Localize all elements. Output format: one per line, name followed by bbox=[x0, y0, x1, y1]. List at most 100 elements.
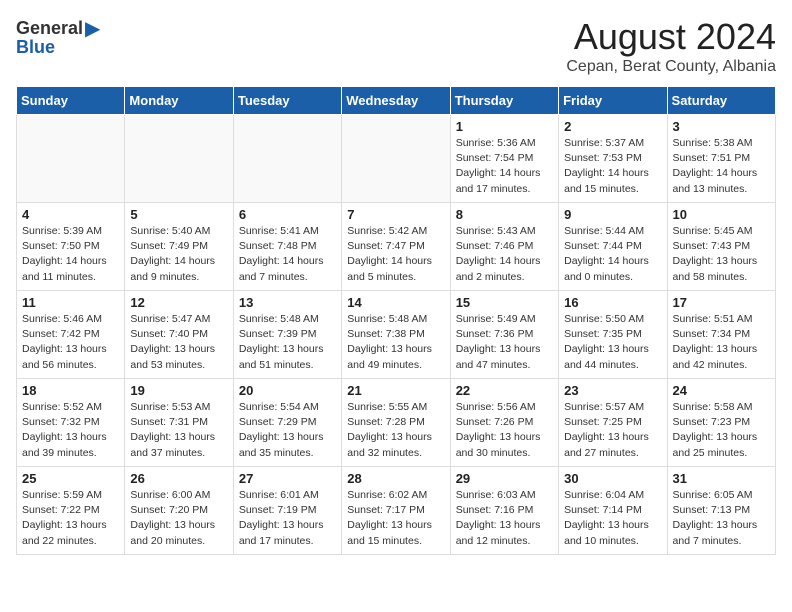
day-info: Sunrise: 5:37 AM Sunset: 7:53 PM Dayligh… bbox=[564, 136, 661, 197]
day-number: 26 bbox=[130, 471, 227, 486]
calendar-cell: 24Sunrise: 5:58 AM Sunset: 7:23 PM Dayli… bbox=[667, 379, 775, 467]
day-number: 16 bbox=[564, 295, 661, 310]
logo: General ▶ Blue bbox=[16, 16, 100, 58]
day-number: 17 bbox=[673, 295, 770, 310]
day-info: Sunrise: 5:41 AM Sunset: 7:48 PM Dayligh… bbox=[239, 224, 336, 285]
calendar-cell: 14 Sunrise: 5:48 AM Sunset: 7:38 PM Dayli… bbox=[342, 291, 450, 379]
calendar-cell bbox=[125, 115, 233, 203]
logo-blue-text: Blue bbox=[16, 37, 55, 58]
day-info: Sunrise: 5:39 AM Sunset: 7:50 PM Dayligh… bbox=[22, 224, 119, 285]
day-info: Sunrise: 5:51 AM Sunset: 7:34 PM Dayligh… bbox=[673, 312, 770, 373]
day-info: Sunrise: 6:02 AM Sunset: 7:17 PM Dayligh… bbox=[347, 488, 444, 549]
calendar-cell: 10 Sunrise: 5:45 AM Sunset: 7:43 PM Dayli… bbox=[667, 203, 775, 291]
day-number: 11 bbox=[22, 295, 119, 310]
page-header: General ▶ Blue August 2024 Cepan, Berat … bbox=[16, 16, 776, 76]
calendar-cell: 2 Sunrise: 5:37 AM Sunset: 7:53 PM Daylig… bbox=[559, 115, 667, 203]
logo-general-text: General bbox=[16, 18, 83, 39]
calendar-cell: 6 Sunrise: 5:41 AM Sunset: 7:48 PM Daylig… bbox=[233, 203, 341, 291]
calendar-cell: 18 Sunrise: 5:52 AM Sunset: 7:32 PM Dayli… bbox=[17, 379, 125, 467]
weekday-header: Wednesday bbox=[342, 87, 450, 115]
weekday-header: Saturday bbox=[667, 87, 775, 115]
day-number: 20 bbox=[239, 383, 336, 398]
day-number: 28 bbox=[347, 471, 444, 486]
day-number: 21 bbox=[347, 383, 444, 398]
day-info: Sunrise: 5:47 AM Sunset: 7:40 PM Dayligh… bbox=[130, 312, 227, 373]
calendar-cell: 3 Sunrise: 5:38 AM Sunset: 7:51 PM Daylig… bbox=[667, 115, 775, 203]
day-number: 9 bbox=[564, 207, 661, 222]
calendar-cell: 30 Sunrise: 6:04 AM Sunset: 7:14 PM Dayli… bbox=[559, 467, 667, 555]
day-number: 27 bbox=[239, 471, 336, 486]
day-info: Sunrise: 5:45 AM Sunset: 7:43 PM Dayligh… bbox=[673, 224, 770, 285]
day-number: 18 bbox=[22, 383, 119, 398]
calendar-cell: 23 Sunrise: 5:57 AM Sunset: 7:25 PM Dayli… bbox=[559, 379, 667, 467]
day-info: Sunrise: 5:55 AM Sunset: 7:28 PM Dayligh… bbox=[347, 400, 444, 461]
calendar-cell: 20 Sunrise: 5:54 AM Sunset: 7:29 PM Dayli… bbox=[233, 379, 341, 467]
day-number: 13 bbox=[239, 295, 336, 310]
weekday-header: Tuesday bbox=[233, 87, 341, 115]
day-number: 30 bbox=[564, 471, 661, 486]
day-number: 3 bbox=[673, 119, 770, 134]
title-block: August 2024 Cepan, Berat County, Albania bbox=[566, 16, 776, 76]
day-info: Sunrise: 5:43 AM Sunset: 7:46 PM Dayligh… bbox=[456, 224, 553, 285]
calendar-cell: 22 Sunrise: 5:56 AM Sunset: 7:26 PM Dayli… bbox=[450, 379, 558, 467]
day-info: Sunrise: 5:42 AM Sunset: 7:47 PM Dayligh… bbox=[347, 224, 444, 285]
day-info: Sunrise: 5:44 AM Sunset: 7:44 PM Dayligh… bbox=[564, 224, 661, 285]
calendar-cell: 28 Sunrise: 6:02 AM Sunset: 7:17 PM Dayli… bbox=[342, 467, 450, 555]
day-number: 12 bbox=[130, 295, 227, 310]
weekday-header: Sunday bbox=[17, 87, 125, 115]
calendar-table: SundayMondayTuesdayWednesdayThursdayFrid… bbox=[16, 86, 776, 555]
day-info: Sunrise: 5:38 AM Sunset: 7:51 PM Dayligh… bbox=[673, 136, 770, 197]
day-info: Sunrise: 5:59 AM Sunset: 7:22 PM Dayligh… bbox=[22, 488, 119, 549]
calendar-cell: 26 Sunrise: 6:00 AM Sunset: 7:20 PM Dayli… bbox=[125, 467, 233, 555]
day-number: 5 bbox=[130, 207, 227, 222]
day-number: 6 bbox=[239, 207, 336, 222]
day-number: 2 bbox=[564, 119, 661, 134]
day-info: Sunrise: 5:54 AM Sunset: 7:29 PM Dayligh… bbox=[239, 400, 336, 461]
calendar-cell: 1 Sunrise: 5:36 AM Sunset: 7:54 PM Daylig… bbox=[450, 115, 558, 203]
calendar-cell bbox=[17, 115, 125, 203]
day-info: Sunrise: 5:36 AM Sunset: 7:54 PM Dayligh… bbox=[456, 136, 553, 197]
day-number: 23 bbox=[564, 383, 661, 398]
calendar-cell: 19Sunrise: 5:53 AM Sunset: 7:31 PM Dayli… bbox=[125, 379, 233, 467]
weekday-header: Friday bbox=[559, 87, 667, 115]
calendar-cell: 4 Sunrise: 5:39 AM Sunset: 7:50 PM Daylig… bbox=[17, 203, 125, 291]
day-number: 10 bbox=[673, 207, 770, 222]
calendar-cell bbox=[342, 115, 450, 203]
calendar-cell: 31 Sunrise: 6:05 AM Sunset: 7:13 PM Dayli… bbox=[667, 467, 775, 555]
day-info: Sunrise: 5:57 AM Sunset: 7:25 PM Dayligh… bbox=[564, 400, 661, 461]
day-number: 7 bbox=[347, 207, 444, 222]
day-info: Sunrise: 5:56 AM Sunset: 7:26 PM Dayligh… bbox=[456, 400, 553, 461]
calendar-cell: 29Sunrise: 6:03 AM Sunset: 7:16 PM Dayli… bbox=[450, 467, 558, 555]
day-info: Sunrise: 5:50 AM Sunset: 7:35 PM Dayligh… bbox=[564, 312, 661, 373]
calendar-cell bbox=[233, 115, 341, 203]
day-number: 15 bbox=[456, 295, 553, 310]
calendar-cell: 5Sunrise: 5:40 AM Sunset: 7:49 PM Daylig… bbox=[125, 203, 233, 291]
calendar-cell: 15 Sunrise: 5:49 AM Sunset: 7:36 PM Dayli… bbox=[450, 291, 558, 379]
day-info: Sunrise: 6:04 AM Sunset: 7:14 PM Dayligh… bbox=[564, 488, 661, 549]
day-info: Sunrise: 5:48 AM Sunset: 7:38 PM Dayligh… bbox=[347, 312, 444, 373]
logo-bird-icon: ▶ bbox=[85, 16, 100, 41]
day-info: Sunrise: 5:48 AM Sunset: 7:39 PM Dayligh… bbox=[239, 312, 336, 373]
day-number: 19 bbox=[130, 383, 227, 398]
calendar-cell: 25 Sunrise: 5:59 AM Sunset: 7:22 PM Dayli… bbox=[17, 467, 125, 555]
calendar-cell: 9 Sunrise: 5:44 AM Sunset: 7:44 PM Daylig… bbox=[559, 203, 667, 291]
calendar-cell: 11Sunrise: 5:46 AM Sunset: 7:42 PM Dayli… bbox=[17, 291, 125, 379]
day-number: 4 bbox=[22, 207, 119, 222]
day-number: 8 bbox=[456, 207, 553, 222]
day-info: Sunrise: 6:01 AM Sunset: 7:19 PM Dayligh… bbox=[239, 488, 336, 549]
day-number: 29 bbox=[456, 471, 553, 486]
day-info: Sunrise: 5:52 AM Sunset: 7:32 PM Dayligh… bbox=[22, 400, 119, 461]
day-number: 31 bbox=[673, 471, 770, 486]
day-info: Sunrise: 6:00 AM Sunset: 7:20 PM Dayligh… bbox=[130, 488, 227, 549]
calendar-cell: 8 Sunrise: 5:43 AM Sunset: 7:46 PM Daylig… bbox=[450, 203, 558, 291]
day-info: Sunrise: 6:05 AM Sunset: 7:13 PM Dayligh… bbox=[673, 488, 770, 549]
day-number: 14 bbox=[347, 295, 444, 310]
calendar-cell: 21 Sunrise: 5:55 AM Sunset: 7:28 PM Dayli… bbox=[342, 379, 450, 467]
calendar-cell: 16 Sunrise: 5:50 AM Sunset: 7:35 PM Dayli… bbox=[559, 291, 667, 379]
day-info: Sunrise: 5:49 AM Sunset: 7:36 PM Dayligh… bbox=[456, 312, 553, 373]
location-title: Cepan, Berat County, Albania bbox=[566, 58, 776, 76]
day-number: 22 bbox=[456, 383, 553, 398]
day-number: 1 bbox=[456, 119, 553, 134]
day-number: 25 bbox=[22, 471, 119, 486]
calendar-cell: 27 Sunrise: 6:01 AM Sunset: 7:19 PM Dayli… bbox=[233, 467, 341, 555]
